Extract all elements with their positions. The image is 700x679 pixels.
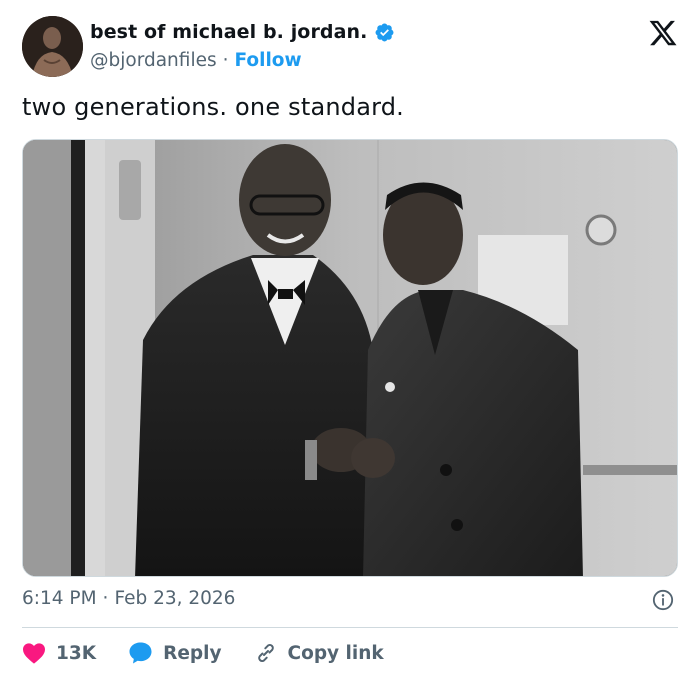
tweet-header: best of michael b. jordan. @bjordanfiles…: [22, 16, 678, 78]
handle-row: @bjordanfiles · Follow: [90, 50, 302, 71]
x-logo-icon[interactable]: [648, 18, 678, 48]
verified-badge-icon: [374, 22, 395, 43]
tweet-time: 6:14 PM: [22, 588, 97, 609]
photo-illustration: [23, 140, 677, 576]
copy-link-button[interactable]: Copy link: [254, 641, 384, 665]
display-name-row: best of michael b. jordan.: [90, 21, 395, 43]
handle-separator: ·: [222, 50, 229, 71]
reply-label: Reply: [163, 642, 222, 664]
like-button[interactable]: 13K: [22, 642, 96, 664]
tweet-actions: 13K Reply Copy link: [22, 639, 416, 667]
tweet-photo[interactable]: [22, 139, 678, 577]
like-count: 13K: [56, 642, 97, 664]
heart-icon: [22, 642, 46, 664]
tweet-date: Feb 23, 2026: [114, 588, 236, 609]
info-icon[interactable]: [652, 589, 674, 611]
avatar[interactable]: [22, 16, 83, 77]
follow-button[interactable]: Follow: [235, 50, 302, 71]
timestamp-separator: ·: [102, 588, 109, 609]
tweet-card: best of michael b. jordan. @bjordanfiles…: [0, 0, 700, 679]
handle[interactable]: @bjordanfiles: [90, 50, 217, 71]
display-name[interactable]: best of michael b. jordan.: [90, 21, 368, 43]
link-icon: [254, 641, 278, 665]
reply-button[interactable]: Reply: [128, 641, 222, 665]
reply-bubble-icon: [128, 641, 153, 665]
tweet-text: two generations. one standard.: [22, 93, 405, 121]
tweet-timestamp[interactable]: 6:14 PM · Feb 23, 2026: [22, 588, 235, 609]
copy-link-label: Copy link: [287, 642, 384, 664]
actions-divider: [22, 627, 678, 628]
